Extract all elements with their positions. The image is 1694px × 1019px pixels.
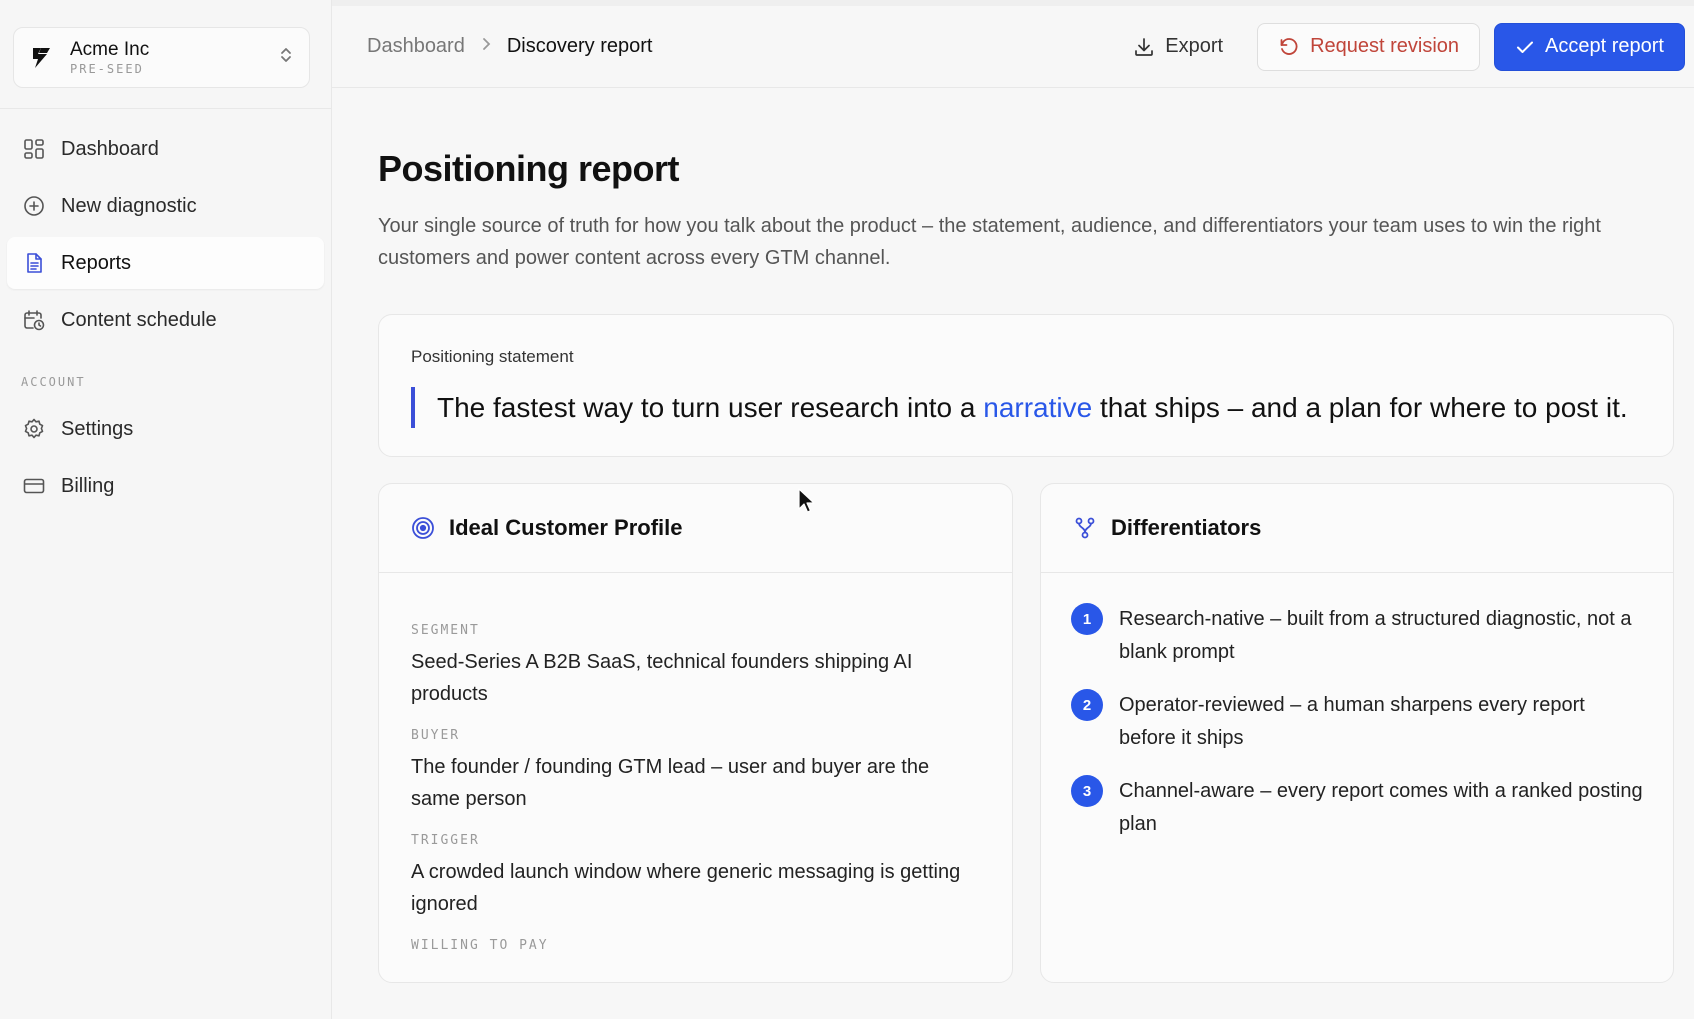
field-label: WILLING TO PAY	[411, 938, 549, 953]
differentiators-card: Differentiators 1 Research-native – buil…	[1040, 483, 1674, 983]
field-label: TRIGGER	[411, 833, 480, 848]
differentiators-card-header: Differentiators	[1041, 484, 1673, 573]
sidebar-item-content-schedule[interactable]: Content schedule	[7, 294, 324, 346]
chevron-updown-icon	[279, 45, 293, 70]
credit-card-icon	[21, 473, 47, 499]
plus-circle-icon	[21, 193, 47, 219]
number-badge: 2	[1071, 689, 1103, 721]
rotate-ccw-icon	[1278, 36, 1300, 58]
list-item: 1 Research-native – built from a structu…	[1071, 603, 1643, 669]
field-value: The founder / founding GTM lead – user a…	[411, 756, 930, 810]
sidebar: Acme Inc PRE-SEED Dashboard New diagnost…	[0, 0, 332, 1019]
target-icon	[411, 516, 435, 540]
icp-body: SEGMENT Seed-Series A B2B SaaS, technica…	[379, 573, 1012, 953]
sidebar-item-label: Billing	[61, 474, 115, 497]
field-value: Seed-Series A B2B SaaS, technical founde…	[411, 651, 913, 705]
document-icon	[21, 250, 47, 276]
mouse-cursor-icon	[798, 488, 815, 513]
sidebar-item-label: New diagnostic	[61, 194, 197, 217]
icp-field-trigger: TRIGGER A crowded launch window where ge…	[411, 833, 980, 920]
chevron-right-icon	[481, 36, 491, 57]
sidebar-item-label: Settings	[61, 417, 134, 440]
sidebar-item-label: Content schedule	[61, 308, 217, 331]
sidebar-item-new-diagnostic[interactable]: New diagnostic	[7, 180, 324, 232]
page-description: Your single source of truth for how you …	[378, 215, 1601, 269]
sidebar-item-settings[interactable]: Settings	[7, 403, 324, 455]
statement-text-after: that ships – and a plan for where to pos…	[1092, 392, 1628, 423]
report-grid: Ideal Customer Profile SEGMENT Seed-Seri…	[378, 483, 1674, 983]
check-icon	[1515, 37, 1535, 57]
sidebar-item-label: Dashboard	[61, 137, 159, 160]
differentiator-text: Channel-aware – every report comes with …	[1119, 780, 1643, 835]
accept-report-button[interactable]: Accept report	[1494, 22, 1685, 71]
list-item: 3 Channel-aware – every report comes wit…	[1071, 775, 1643, 841]
request-revision-label: Request revision	[1310, 35, 1460, 57]
list-item: 2 Operator-reviewed – a human sharpens e…	[1071, 689, 1643, 755]
statement-label: Positioning statement	[411, 347, 574, 366]
accept-report-label: Accept report	[1545, 35, 1664, 57]
breadcrumb-current: Discovery report	[506, 35, 653, 57]
field-label: BUYER	[411, 728, 461, 743]
breadcrumb: Dashboard Discovery report	[367, 35, 1099, 58]
field-label: SEGMENT	[411, 623, 480, 638]
icp-field-buyer: BUYER The founder / founding GTM lead – …	[411, 728, 980, 815]
workspace-wrap: Acme Inc PRE-SEED	[0, 0, 331, 109]
topbar: Dashboard Discovery report Export Reques…	[332, 0, 1694, 88]
icp-title: Ideal Customer Profile	[449, 515, 683, 540]
gear-icon	[21, 416, 47, 442]
workspace-name: Acme Inc	[70, 38, 150, 60]
sidebar-item-billing[interactable]: Billing	[7, 460, 324, 512]
field-value: A crowded launch window where generic me…	[411, 861, 961, 915]
page-title: Positioning report	[378, 148, 680, 189]
dashboard-icon	[21, 136, 47, 162]
download-icon	[1133, 36, 1155, 58]
icp-card: Ideal Customer Profile SEGMENT Seed-Seri…	[378, 483, 1013, 983]
statement-quote: The fastest way to turn user research in…	[411, 387, 1641, 428]
differentiator-text: Operator-reviewed – a human sharpens eve…	[1119, 694, 1585, 749]
calendar-clock-icon	[21, 307, 47, 333]
sidebar-item-label: Reports	[61, 251, 132, 274]
differentiator-text: Research-native – built from a structure…	[1119, 608, 1632, 663]
report-content: Positioning report Your single source of…	[332, 88, 1694, 983]
export-label: Export	[1165, 35, 1224, 57]
workspace-text: Acme Inc PRE-SEED	[70, 38, 279, 76]
branch-icon	[1073, 516, 1097, 540]
breadcrumb-dashboard-link[interactable]: Dashboard	[367, 35, 465, 58]
request-revision-button[interactable]: Request revision	[1257, 22, 1481, 71]
main-content: Dashboard Discovery report Export Reques…	[332, 0, 1694, 1019]
export-button[interactable]: Export	[1113, 23, 1243, 71]
number-badge: 3	[1071, 775, 1103, 807]
sidebar-nav: Dashboard New diagnostic Reports Content…	[0, 109, 331, 512]
workspace-plan: PRE-SEED	[70, 61, 144, 76]
acme-logo-icon	[28, 43, 58, 73]
differentiators-title: Differentiators	[1111, 515, 1262, 540]
icp-field-willing-to-pay: WILLING TO PAY	[411, 938, 980, 953]
sidebar-item-dashboard[interactable]: Dashboard	[7, 123, 324, 175]
icp-field-segment: SEGMENT Seed-Series A B2B SaaS, technica…	[411, 623, 980, 710]
number-badge: 1	[1071, 603, 1103, 635]
workspace-switcher[interactable]: Acme Inc PRE-SEED	[13, 27, 310, 88]
positioning-statement-card: Positioning statement The fastest way to…	[378, 314, 1674, 457]
differentiators-list: 1 Research-native – built from a structu…	[1041, 573, 1673, 841]
statement-highlight: narrative	[983, 392, 1093, 423]
sidebar-item-reports[interactable]: Reports	[7, 237, 324, 289]
account-section-heading: ACCOUNT	[21, 375, 86, 389]
statement-text-before: The fastest way to turn user research in…	[437, 392, 984, 423]
icp-card-header: Ideal Customer Profile	[379, 484, 1012, 573]
